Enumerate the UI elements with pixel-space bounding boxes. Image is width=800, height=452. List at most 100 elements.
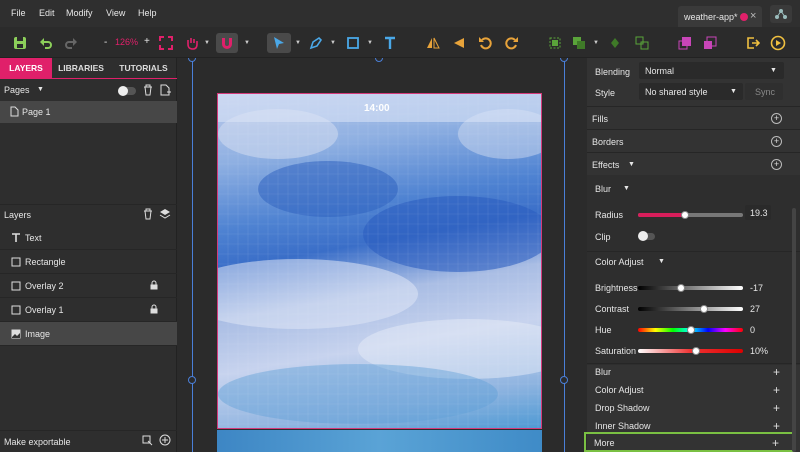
brightness-slider[interactable] bbox=[638, 284, 743, 292]
add-color-adjust-plus-icon[interactable]: + bbox=[773, 383, 780, 397]
inspector-scrollbar[interactable] bbox=[792, 208, 796, 452]
layer-row[interactable]: Overlay 2 bbox=[0, 274, 177, 298]
artboard[interactable]: 14:00 bbox=[217, 93, 542, 429]
text-tool-icon[interactable] bbox=[380, 33, 400, 53]
zoom-in-button[interactable]: + bbox=[144, 36, 150, 47]
flip-horizontal-icon[interactable] bbox=[423, 33, 443, 53]
tab-layers[interactable]: LAYERS bbox=[0, 58, 52, 78]
hue-slider-knob[interactable] bbox=[686, 326, 695, 334]
canvas[interactable]: 14:00 bbox=[178, 58, 586, 452]
tab-tutorials[interactable]: TUTORIALS bbox=[110, 58, 177, 78]
hand-tool-icon[interactable] bbox=[182, 33, 202, 53]
selection-handle-right[interactable] bbox=[560, 376, 568, 384]
add-page-icon[interactable] bbox=[160, 84, 171, 98]
add-fill-icon[interactable]: + bbox=[771, 113, 782, 124]
add-drop-shadow-row[interactable]: Drop Shadow + bbox=[587, 400, 800, 418]
hand-tool-dropdown-icon[interactable]: ▼ bbox=[204, 40, 210, 46]
pen-tool-icon[interactable] bbox=[306, 33, 326, 53]
menu-edit[interactable]: Edit bbox=[39, 8, 55, 18]
saturation-value[interactable]: 10% bbox=[750, 346, 768, 356]
send-backward-icon[interactable] bbox=[700, 33, 720, 53]
delete-page-icon[interactable] bbox=[143, 84, 153, 98]
saturation-slider[interactable] bbox=[638, 347, 743, 355]
redo-icon[interactable] bbox=[61, 33, 81, 53]
add-blur-plus-icon[interactable]: + bbox=[773, 365, 780, 379]
combine-icon[interactable] bbox=[569, 33, 589, 53]
snap-magnet-icon[interactable] bbox=[216, 33, 238, 53]
add-drop-shadow-plus-icon[interactable]: + bbox=[773, 401, 780, 415]
select-tool-icon[interactable] bbox=[267, 33, 291, 53]
color-adjust-chevron-icon[interactable]: ▼ bbox=[658, 258, 665, 265]
tab-close-icon[interactable]: × bbox=[750, 10, 756, 22]
select-dropdown-icon[interactable]: ▼ bbox=[295, 40, 301, 46]
add-export-icon[interactable] bbox=[159, 434, 171, 448]
lock-icon[interactable] bbox=[150, 280, 158, 292]
pages-dropdown-icon[interactable]: ▼ bbox=[37, 86, 44, 93]
hue-value[interactable]: 0 bbox=[750, 325, 755, 335]
fit-screen-icon[interactable] bbox=[156, 33, 176, 53]
add-more-plus-icon[interactable]: + bbox=[772, 436, 779, 450]
selection-handle-top[interactable] bbox=[375, 58, 383, 62]
pen-dropdown-icon[interactable]: ▼ bbox=[330, 40, 336, 46]
layer-row[interactable]: Overlay 1 bbox=[0, 298, 177, 322]
tab-libraries[interactable]: LIBRARIES bbox=[52, 58, 110, 78]
page-row[interactable]: Page 1 bbox=[0, 101, 177, 123]
menu-help[interactable]: Help bbox=[138, 8, 157, 18]
layer-row[interactable]: Text bbox=[0, 226, 177, 250]
zoom-out-button[interactable]: - bbox=[104, 37, 107, 48]
saturation-slider-knob[interactable] bbox=[691, 347, 700, 355]
contrast-slider[interactable] bbox=[638, 305, 743, 313]
undo-icon[interactable] bbox=[36, 33, 56, 53]
play-preview-icon[interactable] bbox=[768, 33, 788, 53]
add-blur-row[interactable]: Blur + bbox=[587, 364, 800, 382]
save-icon[interactable] bbox=[10, 33, 30, 53]
flip-vertical-icon[interactable] bbox=[449, 33, 469, 53]
layer-row[interactable]: Rectangle bbox=[0, 250, 177, 274]
blending-select[interactable]: Normal ▼ bbox=[639, 62, 784, 79]
rotate-right-icon[interactable] bbox=[502, 33, 522, 53]
selection-handle-left[interactable] bbox=[188, 376, 196, 384]
selection-handle-top-right[interactable] bbox=[560, 58, 568, 62]
export-icon[interactable] bbox=[743, 33, 763, 53]
add-color-adjust-row[interactable]: Color Adjust + bbox=[587, 382, 800, 400]
combine-dropdown-icon[interactable]: ▼ bbox=[593, 40, 599, 46]
ungroup-icon[interactable] bbox=[632, 33, 652, 53]
shared-style-select[interactable]: No shared style ▼ bbox=[639, 83, 743, 100]
sync-button[interactable]: Sync bbox=[745, 83, 783, 100]
boolean-icon[interactable] bbox=[605, 33, 625, 53]
clip-toggle[interactable] bbox=[638, 231, 655, 241]
rotate-left-icon[interactable] bbox=[475, 33, 495, 53]
pages-toggle[interactable] bbox=[118, 86, 136, 96]
brightness-value[interactable]: -17 bbox=[750, 283, 763, 293]
lock-icon[interactable] bbox=[150, 304, 158, 316]
network-icon[interactable] bbox=[770, 5, 792, 23]
document-tab[interactable]: weather-app* × bbox=[678, 6, 762, 27]
add-more-row[interactable]: More + bbox=[584, 432, 794, 452]
add-effect-icon[interactable]: + bbox=[771, 159, 782, 170]
group-icon[interactable] bbox=[545, 33, 565, 53]
snap-dropdown-icon[interactable]: ▼ bbox=[244, 40, 250, 46]
radius-input[interactable]: 19.3 bbox=[745, 205, 771, 220]
menu-file[interactable]: File bbox=[11, 8, 26, 18]
brightness-slider-knob[interactable] bbox=[677, 284, 686, 292]
add-inner-shadow-plus-icon[interactable]: + bbox=[773, 419, 780, 433]
zoom-value[interactable]: 126% bbox=[115, 37, 138, 47]
radius-slider[interactable] bbox=[638, 211, 743, 219]
rectangle-tool-icon[interactable] bbox=[343, 33, 363, 53]
contrast-slider-knob[interactable] bbox=[700, 305, 709, 313]
layer-style-icon[interactable] bbox=[159, 208, 172, 222]
radius-slider-knob[interactable] bbox=[681, 211, 690, 219]
menu-modify[interactable]: Modify bbox=[66, 8, 93, 18]
hue-slider[interactable] bbox=[638, 326, 743, 334]
contrast-value[interactable]: 27 bbox=[750, 304, 760, 314]
menu-view[interactable]: View bbox=[106, 8, 125, 18]
add-border-icon[interactable]: + bbox=[771, 136, 782, 147]
blur-chevron-icon[interactable]: ▼ bbox=[623, 185, 630, 192]
shape-dropdown-icon[interactable]: ▼ bbox=[367, 40, 373, 46]
export-slice-icon[interactable] bbox=[142, 435, 153, 448]
bring-forward-icon[interactable] bbox=[675, 33, 695, 53]
selection-handle-top-left[interactable] bbox=[188, 58, 196, 62]
make-exportable-label[interactable]: Make exportable bbox=[4, 437, 71, 447]
delete-layer-icon[interactable] bbox=[143, 208, 153, 222]
layer-row[interactable]: Image bbox=[0, 322, 177, 346]
